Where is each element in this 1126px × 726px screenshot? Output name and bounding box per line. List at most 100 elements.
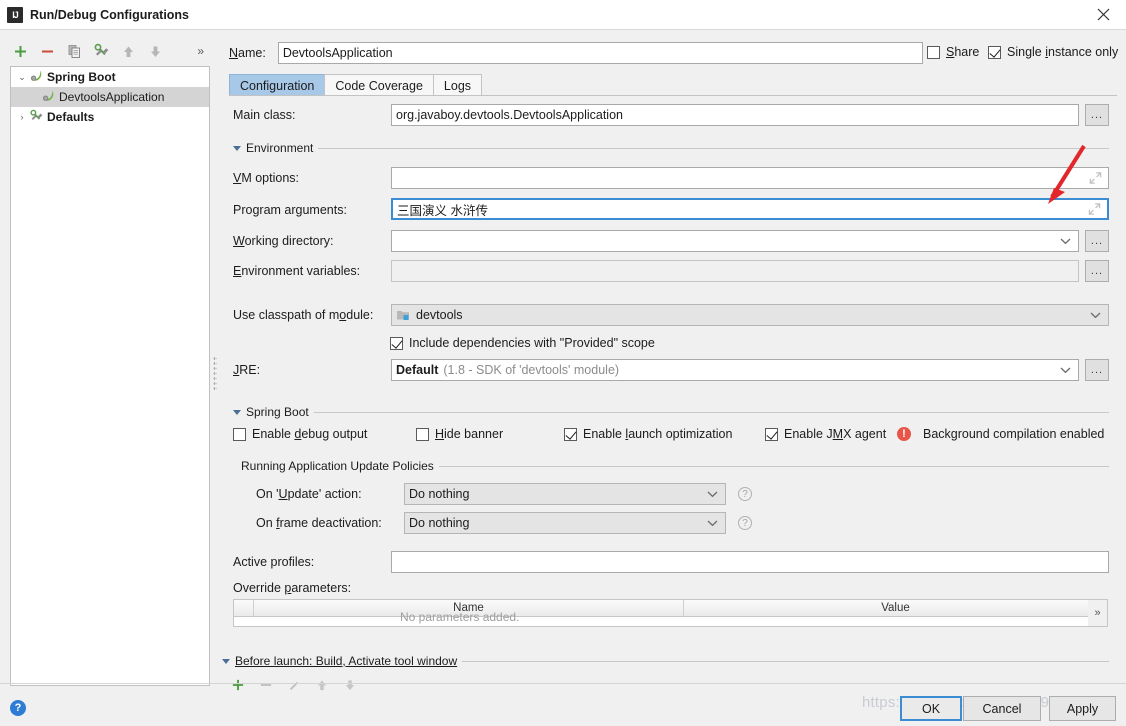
svg-text:0: 0: [45, 96, 47, 100]
configurations-tree[interactable]: ⌄ 0 Spring Boot 0 DevtoolsApplicatio: [10, 66, 210, 686]
cancel-button[interactable]: Cancel: [963, 696, 1041, 721]
edit-templates-icon[interactable]: [89, 40, 113, 62]
collapse-triangle-icon[interactable]: [233, 146, 241, 151]
main-class-input[interactable]: org.javaboy.devtools.DevtoolsApplication: [391, 104, 1079, 126]
tab-logs[interactable]: Logs: [433, 74, 482, 96]
spring-boot-section-label: Spring Boot: [246, 405, 309, 419]
chevron-down-icon[interactable]: [707, 484, 718, 504]
defaults-wrench-icon: [29, 109, 43, 126]
tab-configuration[interactable]: Configuration: [229, 74, 325, 96]
on-frame-deactivation-combo[interactable]: Do nothing: [404, 512, 726, 534]
table-more-button[interactable]: »: [1088, 599, 1108, 627]
program-arguments-input[interactable]: 三国演义 水浒传: [391, 198, 1109, 220]
chevron-right-icon[interactable]: ›: [15, 112, 29, 122]
title-bar: IJ Run/Debug Configurations: [0, 0, 1126, 30]
vm-options-input[interactable]: [391, 167, 1109, 189]
move-up-icon[interactable]: [116, 40, 140, 62]
move-down-icon[interactable]: [143, 40, 167, 62]
use-classpath-combo[interactable]: devtools: [391, 304, 1109, 326]
on-update-action-label-text: On 'Update' action:: [256, 487, 362, 501]
spring-boot-section-header[interactable]: Spring Boot: [233, 405, 1109, 419]
panel-splitter[interactable]: [212, 66, 218, 686]
single-instance-only-checkbox[interactable]: Single instance only: [988, 45, 1118, 59]
name-input[interactable]: DevtoolsApplication: [278, 42, 923, 64]
share-label: Share: [946, 45, 979, 59]
jre-value-name: Default: [396, 363, 438, 377]
name-row: Name: DevtoolsApplication: [229, 42, 923, 64]
include-dependencies-checkbox-box[interactable]: [390, 337, 403, 350]
jre-combo[interactable]: Default (1.8 - SDK of 'devtools' module): [391, 359, 1079, 381]
hide-banner-checkbox[interactable]: Hide banner: [416, 427, 503, 441]
remove-icon[interactable]: [35, 40, 59, 62]
enable-debug-output-checkbox[interactable]: Enable debug output: [233, 427, 367, 441]
jre-label: JRE:: [233, 363, 260, 377]
enable-jmx-agent-checkbox[interactable]: Enable JMX agent: [765, 427, 886, 441]
tree-node-devtools-application[interactable]: 0 DevtoolsApplication: [11, 87, 209, 107]
collapse-triangle-icon[interactable]: [233, 410, 241, 415]
add-icon[interactable]: [8, 40, 32, 62]
enable-debug-output-checkbox-box[interactable]: [233, 428, 246, 441]
run-debug-configurations-dialog: IJ Run/Debug Configurations: [0, 0, 1126, 726]
override-parameters-label-text: Override parameters:: [233, 581, 351, 595]
copy-configuration-icon[interactable]: [62, 40, 86, 62]
enable-jmx-agent-checkbox-box[interactable]: [765, 428, 778, 441]
tree-node-spring-boot[interactable]: ⌄ 0 Spring Boot: [11, 67, 209, 87]
chevron-down-icon[interactable]: [1090, 305, 1101, 325]
environment-variables-input[interactable]: [391, 260, 1079, 282]
on-update-action-value: Do nothing: [409, 487, 469, 501]
share-checkbox[interactable]: Share: [927, 45, 979, 59]
on-frame-deactivation-value: Do nothing: [409, 516, 469, 530]
environment-variables-browse-button[interactable]: ...: [1085, 260, 1109, 282]
enable-jmx-agent-label: Enable JMX agent: [784, 427, 886, 441]
chevron-down-icon[interactable]: [1060, 231, 1071, 251]
main-class-browse-button[interactable]: ...: [1085, 104, 1109, 126]
on-update-action-combo[interactable]: Do nothing: [404, 483, 726, 505]
single-instance-checkbox-box[interactable]: [988, 46, 1001, 59]
chevron-down-icon[interactable]: [1060, 360, 1071, 380]
tree-node-defaults[interactable]: › Defaults: [11, 107, 209, 127]
background-compilation-status: ! Background compilation enabled: [897, 427, 1104, 441]
name-label: Name:: [229, 46, 266, 60]
remove-task-icon: [256, 675, 276, 695]
chevron-down-icon[interactable]: [707, 513, 718, 533]
environment-section-header[interactable]: Environment: [233, 141, 1109, 155]
vm-options-expand-icon[interactable]: [1089, 172, 1102, 185]
before-launch-header[interactable]: Before launch: Build, Activate tool wind…: [222, 654, 1109, 668]
jre-browse-button[interactable]: ...: [1085, 359, 1109, 381]
tab-code-coverage[interactable]: Code Coverage: [324, 74, 434, 96]
help-icon[interactable]: ?: [10, 700, 26, 716]
on-frame-deactivation-label: On frame deactivation:: [256, 516, 382, 530]
program-arguments-expand-icon[interactable]: [1088, 203, 1101, 216]
tab-bar: Configuration Code Coverage Logs: [229, 74, 481, 96]
table-body[interactable]: [233, 617, 1108, 627]
chevron-down-icon[interactable]: ⌄: [15, 72, 29, 83]
program-arguments-label-text: Program arguments:: [233, 203, 347, 217]
override-parameters-table[interactable]: Name Value »: [233, 599, 1108, 627]
table-column-value: Value: [684, 600, 1107, 616]
working-directory-combo[interactable]: [391, 230, 1079, 252]
active-profiles-input[interactable]: [391, 551, 1109, 573]
tab-bar-underline: [229, 95, 1117, 96]
working-directory-browse-button[interactable]: ...: [1085, 230, 1109, 252]
collapse-triangle-icon[interactable]: [222, 659, 230, 664]
share-checkbox-box[interactable]: [927, 46, 940, 59]
update-policies-label: Running Application Update Policies: [241, 459, 434, 473]
on-frame-deactivation-help-icon[interactable]: ?: [738, 516, 752, 530]
close-icon[interactable]: [1080, 0, 1126, 29]
configurations-toolbar: »: [8, 38, 208, 64]
table-header-row: Name Value: [233, 599, 1108, 617]
enable-launch-optimization-checkbox[interactable]: Enable launch optimization: [564, 427, 732, 441]
enable-launch-optimization-checkbox-box[interactable]: [564, 428, 577, 441]
hide-banner-checkbox-box[interactable]: [416, 428, 429, 441]
apply-button[interactable]: Apply: [1049, 696, 1116, 721]
on-update-action-help-icon[interactable]: ?: [738, 487, 752, 501]
include-dependencies-checkbox[interactable]: Include dependencies with "Provided" sco…: [390, 336, 655, 350]
splitter-grip[interactable]: [213, 356, 217, 390]
add-task-icon[interactable]: [228, 675, 248, 695]
ok-button[interactable]: OK: [900, 696, 962, 721]
footer-divider: [0, 683, 1126, 684]
move-task-up-icon: [312, 675, 332, 695]
toolbar-more-button[interactable]: »: [197, 44, 208, 58]
vm-options-label-text: VM options:: [233, 171, 299, 185]
single-instance-label: Single instance only: [1007, 45, 1118, 59]
